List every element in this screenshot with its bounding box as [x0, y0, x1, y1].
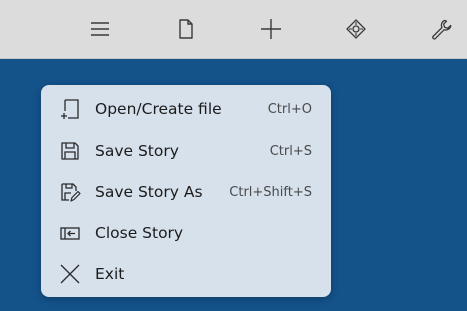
menu-item-save-story[interactable]: Save Story Ctrl+S	[41, 131, 331, 171]
hamburger-menu-icon	[91, 22, 109, 36]
navigate-button[interactable]	[341, 14, 371, 44]
menu-item-open-create-file[interactable]: Open/Create file Ctrl+O	[41, 89, 331, 129]
document-icon	[179, 19, 193, 39]
plus-icon	[261, 19, 281, 39]
hamburger-menu-button[interactable]	[85, 14, 115, 44]
settings-button[interactable]	[426, 14, 456, 44]
open-file-icon	[59, 98, 81, 120]
menu-item-label: Save Story	[95, 142, 179, 160]
toolbar	[0, 0, 467, 59]
menu-item-label: Open/Create file	[95, 100, 222, 118]
menu-item-save-story-as[interactable]: Save Story As Ctrl+Shift+S	[41, 172, 331, 212]
wrench-icon	[432, 19, 452, 40]
menu-item-close-story[interactable]: Close Story	[41, 213, 331, 253]
menu-item-shortcut: Ctrl+O	[267, 101, 312, 117]
add-button[interactable]	[256, 14, 286, 44]
save-as-icon	[59, 181, 81, 203]
floppy-disk-icon	[59, 140, 81, 162]
menu-item-exit[interactable]: Exit	[41, 254, 331, 294]
menu-item-label: Save Story As	[95, 183, 203, 201]
menu-item-label: Close Story	[95, 224, 184, 242]
menu-item-label: Exit	[95, 265, 125, 283]
menu-item-shortcut: Ctrl+S	[269, 143, 312, 159]
new-document-button[interactable]	[171, 14, 201, 44]
file-menu: Open/Create file Ctrl+O Save Story Ctrl+…	[41, 85, 331, 297]
close-story-icon	[59, 222, 81, 244]
close-icon	[59, 263, 81, 285]
menu-item-shortcut: Ctrl+Shift+S	[229, 184, 312, 200]
diamond-target-icon	[346, 19, 366, 39]
